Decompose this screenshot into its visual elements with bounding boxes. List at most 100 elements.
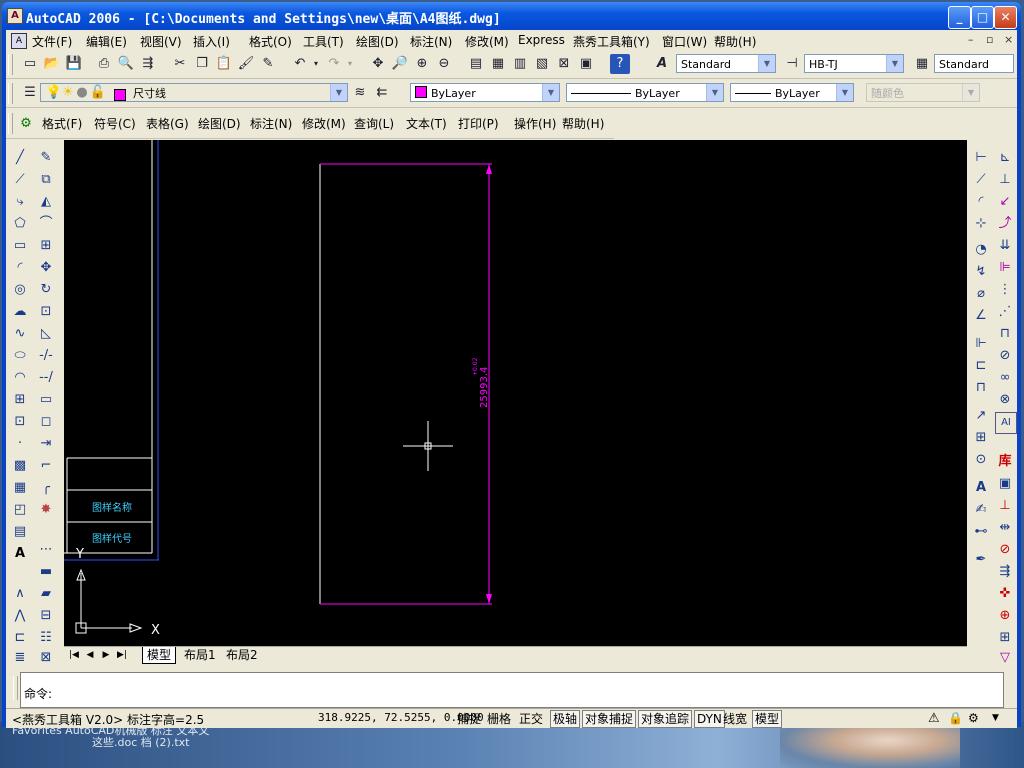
multiline-text-icon[interactable]: A: [10, 544, 30, 564]
yx-tool-2-icon[interactable]: ⊥: [995, 496, 1015, 516]
open-file-icon[interactable]: 📂: [42, 54, 62, 74]
zoom-previous-icon[interactable]: ⊖: [434, 54, 454, 74]
menu-item-3[interactable]: 插入(I): [193, 33, 230, 50]
menu-item-5[interactable]: 工具(T): [303, 33, 344, 50]
lock-icon[interactable]: 🔒: [948, 711, 963, 725]
status-toggle-0[interactable]: 捕捉: [454, 710, 484, 728]
tab-model[interactable]: 模型: [142, 647, 177, 664]
region-icon[interactable]: ◰: [10, 500, 30, 520]
paste-icon[interactable]: 📋: [214, 54, 234, 74]
toolbar-grip[interactable]: [8, 83, 13, 104]
document-icon[interactable]: A: [11, 33, 27, 49]
prev-tab-icon[interactable]: ◀: [84, 649, 96, 661]
yx-dim-11-icon[interactable]: ∞: [995, 368, 1015, 388]
table-icon[interactable]: ▤: [10, 522, 30, 542]
maximize-button[interactable]: □: [971, 6, 994, 29]
yx-tool-6-icon[interactable]: ✜: [995, 584, 1015, 604]
drawing-canvas[interactable]: 图样名称 图样代号 25993.4 +0.02 Y X: [64, 140, 967, 646]
chevron-down-icon[interactable]: ▼: [542, 84, 559, 101]
yx-dim-7-icon[interactable]: ⋮: [995, 280, 1015, 300]
point-icon[interactable]: ·: [10, 434, 30, 454]
design-center-icon[interactable]: ▦: [488, 54, 508, 74]
yx-dim-9-icon[interactable]: ⊓: [995, 324, 1015, 344]
dim-tool-4-icon[interactable]: ☷: [36, 628, 56, 648]
spline-icon[interactable]: ∿: [10, 324, 30, 344]
status-toggle-5[interactable]: 对象追踪: [638, 710, 693, 728]
dim-diameter-icon[interactable]: ⌀: [971, 284, 991, 304]
statusbar-menu-icon[interactable]: ▼: [992, 713, 999, 723]
menu-item-1[interactable]: 编辑(E): [86, 33, 127, 50]
text-style-select[interactable]: Standard ▼: [676, 54, 776, 73]
yx-tool-5-icon[interactable]: ⇶: [995, 562, 1015, 582]
yx-tool-4-icon[interactable]: ⊘: [995, 540, 1015, 560]
sheet-set-icon[interactable]: ▧: [532, 54, 552, 74]
scale-icon[interactable]: ⊡: [36, 302, 56, 322]
zoom-realtime-icon[interactable]: 🔎: [390, 54, 410, 74]
erase-icon[interactable]: ✎: [36, 148, 56, 168]
doc-restore-button[interactable]: ▫: [986, 33, 993, 46]
status-toggle-7[interactable]: 线宽: [720, 710, 750, 728]
toolbox-menu-item-9[interactable]: 操作(H): [514, 115, 556, 132]
rotate-icon[interactable]: ↻: [36, 280, 56, 300]
menu-item-8[interactable]: 修改(M): [465, 33, 509, 50]
menu-item-6[interactable]: 绘图(D): [356, 33, 399, 50]
dim-tool-3-icon[interactable]: ⊟: [36, 606, 56, 626]
drawing-svg[interactable]: 图样名称 图样代号 25993.4 +0.02 Y X: [64, 140, 967, 646]
make-block-icon[interactable]: ⊡: [10, 412, 30, 432]
chevron-down-icon[interactable]: ▼: [330, 84, 347, 101]
dim-style-icon[interactable]: ⊣: [782, 54, 802, 74]
minimize-button[interactable]: _: [948, 6, 971, 29]
status-toggle-1[interactable]: 栅格: [484, 710, 514, 728]
menu-item-9[interactable]: Express: [518, 33, 565, 47]
zoom-window-icon[interactable]: ⊕: [412, 54, 432, 74]
command-window-grip[interactable]: [13, 676, 18, 700]
dimension-text[interactable]: 25993.4: [479, 367, 490, 408]
yx-tool-3-icon[interactable]: ⇹: [995, 518, 1015, 538]
publish-icon[interactable]: ⇶: [138, 54, 158, 74]
toolbox-menu-item-6[interactable]: 查询(L): [354, 115, 394, 132]
dim-aligned-icon[interactable]: ⟋: [971, 170, 991, 190]
dim-linear-strip-icon[interactable]: ⋯: [36, 540, 56, 560]
dim-style-select[interactable]: HB-TJ ▼: [804, 54, 904, 73]
close-button[interactable]: ✕: [994, 6, 1017, 29]
move-icon[interactable]: ✥: [36, 258, 56, 278]
yx-dim-2-icon[interactable]: ⊥: [995, 170, 1015, 190]
chamfer-icon[interactable]: ⌐: [36, 456, 56, 476]
calculator-icon[interactable]: ▣: [576, 54, 596, 74]
first-tab-icon[interactable]: |◀: [68, 649, 80, 661]
hatch-icon[interactable]: ▩: [10, 456, 30, 476]
autocad-icon[interactable]: A: [7, 8, 23, 24]
layer-previous-icon[interactable]: ⇇: [372, 83, 392, 103]
toolbox-menu-item-8[interactable]: 打印(P): [458, 115, 499, 132]
color-select[interactable]: ByLayer ▼: [410, 83, 560, 102]
explode-icon[interactable]: ✸: [36, 500, 56, 520]
tool-palettes-icon[interactable]: ▥: [510, 54, 530, 74]
yx-dim-8-icon[interactable]: ⋰: [995, 302, 1015, 322]
markup-icon[interactable]: ⊠: [554, 54, 574, 74]
dim-angular-icon[interactable]: ∠: [971, 306, 991, 326]
status-toggle-3[interactable]: 极轴: [550, 710, 581, 728]
quick-dim-icon[interactable]: ⊩: [971, 334, 991, 354]
dim-tool-2-icon[interactable]: ▰: [36, 584, 56, 604]
redo-dropdown-icon[interactable]: ▾: [340, 54, 360, 74]
arc-icon[interactable]: ◜: [10, 258, 30, 278]
toolbox-icon[interactable]: ⚙: [16, 114, 36, 134]
next-tab-icon[interactable]: ▶: [100, 649, 112, 661]
dim-radius-icon[interactable]: ◔: [971, 240, 991, 260]
toolbox-menu-item-0[interactable]: 格式(F): [42, 115, 82, 132]
yx-tool-7-icon[interactable]: ⊕: [995, 606, 1015, 626]
join-icon[interactable]: ⇥: [36, 434, 56, 454]
polar-icon[interactable]: ∧: [10, 584, 30, 604]
rectangle-icon[interactable]: ▭: [10, 236, 30, 256]
pan-realtime-icon[interactable]: ✥: [368, 54, 388, 74]
title-bar[interactable]: A AutoCAD 2006 - [C:\Documents and Setti…: [2, 2, 1021, 30]
pline-edit-icon[interactable]: ⋀: [10, 606, 30, 626]
dim-linear-icon[interactable]: ⊢: [971, 148, 991, 168]
tab-layout1[interactable]: 布局1: [180, 647, 220, 663]
linetype-select[interactable]: ByLayer ▼: [566, 83, 724, 102]
yx-tool-9-icon[interactable]: ▽: [995, 648, 1015, 668]
layer-manager-icon[interactable]: ☰: [20, 83, 40, 103]
stretch-icon[interactable]: ◺: [36, 324, 56, 344]
toolbar-grip[interactable]: [8, 113, 13, 134]
command-window[interactable]: [20, 672, 1004, 708]
